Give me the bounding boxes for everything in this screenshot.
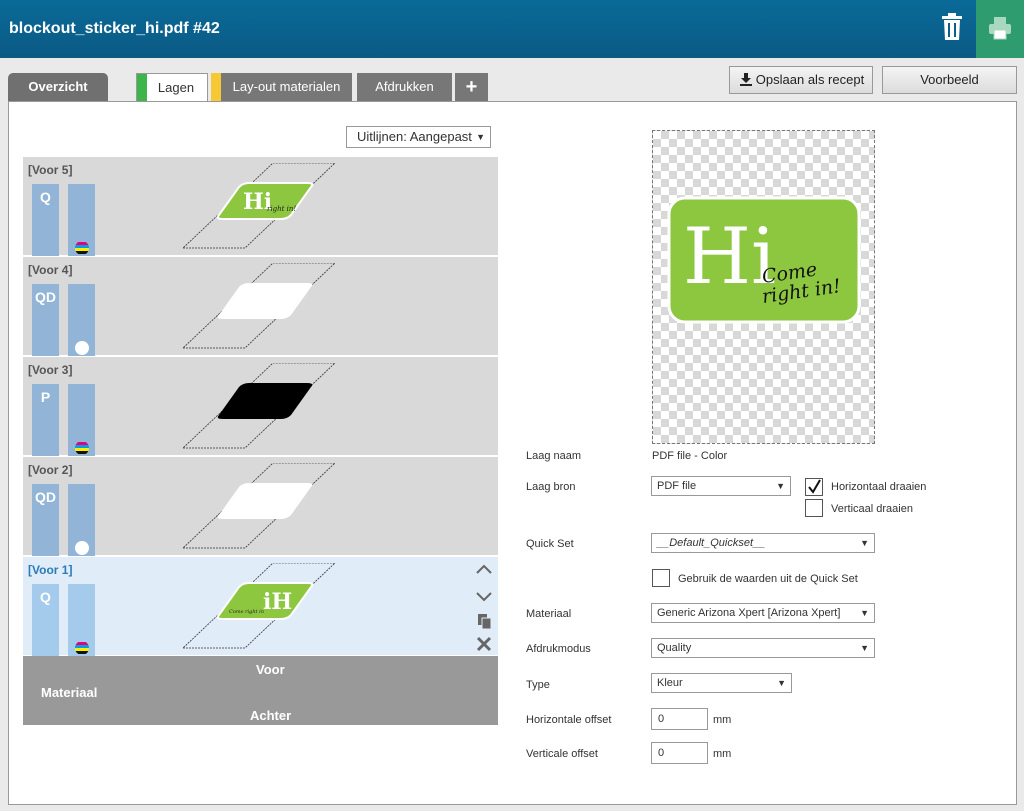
checkmark-icon [808, 479, 821, 494]
layer-row-voor-1[interactable]: [Voor 1] Q iH Come right in [23, 557, 498, 656]
material-back-label: Achter [250, 708, 292, 723]
quickset-label: Quick Set [526, 538, 574, 550]
layer-mode-badge: Q [32, 184, 59, 256]
type-label: Type [526, 679, 550, 691]
chevron-up-icon[interactable] [476, 564, 492, 574]
align-select[interactable]: Uitlijnen: Aangepast ▼ [346, 126, 491, 148]
v-offset-input[interactable]: 0 [651, 742, 708, 764]
use-quickset-checkbox[interactable] [652, 569, 670, 587]
layer-mode-badge: QD [32, 284, 59, 356]
layer-row-voor-2[interactable]: [Voor 2] QD [23, 457, 498, 556]
material-section: Voor Materiaal Achter [23, 656, 498, 725]
layer-preview: Hi Come right in! [652, 130, 875, 444]
h-offset-input[interactable]: 0 [651, 708, 708, 730]
print-mode-label: Afdrukmodus [526, 643, 591, 655]
quickset-select[interactable]: __Default_Quickset__ ▼ [651, 533, 875, 553]
layer-row-voor-3[interactable]: [Voor 3] P [23, 357, 498, 456]
quickset-value: __Default_Quickset__ [657, 537, 766, 549]
material-front-label: Voor [256, 662, 285, 677]
material-select[interactable]: Generic Arizona Xpert [Arizona Xpert] ▼ [651, 603, 875, 623]
chevron-down-icon[interactable] [476, 592, 492, 602]
material-field-label: Materiaal [526, 608, 572, 620]
add-tab-button[interactable]: + [455, 73, 488, 101]
layer-mode-badge: QD [32, 484, 59, 556]
h-offset-label: Horizontale offset [526, 714, 612, 726]
layer-thumbnail [183, 263, 336, 349]
material-value: Generic Arizona Xpert [Arizona Xpert] [657, 607, 841, 619]
svg-text:Come right in: Come right in [229, 609, 264, 615]
copy-icon[interactable] [478, 614, 492, 630]
use-quickset-label: Gebruik de waarden uit de Quick Set [678, 573, 858, 585]
close-icon[interactable] [476, 636, 492, 652]
v-offset-label: Verticale offset [526, 748, 598, 760]
save-recipe-label: Opslaan als recept [755, 72, 865, 87]
download-icon [740, 73, 752, 86]
white-ink-icon [75, 341, 89, 355]
chevron-down-icon: ▼ [860, 643, 869, 653]
align-select-value: Uitlijnen: Aangepast [357, 129, 472, 144]
layer-mode-badge: Q [32, 584, 59, 656]
chevron-down-icon: ▼ [476, 132, 485, 142]
tab-color-bar [137, 74, 147, 103]
print-mode-value: Quality [657, 642, 692, 654]
layer-source-value: PDF file [657, 480, 697, 492]
layer-row-voor-4[interactable]: [Voor 4] QD [23, 257, 498, 356]
save-recipe-button[interactable]: Opslaan als recept [729, 66, 873, 94]
tab-lagen[interactable]: Lagen [136, 73, 208, 103]
white-ink-icon [75, 541, 89, 555]
layer-thumbnail: iH Come right in [183, 563, 336, 649]
document-title: blockout_sticker_hi.pdf #42 [9, 20, 220, 37]
chevron-down-icon: ▼ [860, 538, 869, 548]
print-mode-select[interactable]: Quality ▼ [651, 638, 875, 658]
flip-vertical-checkbox[interactable] [805, 499, 823, 517]
print-button[interactable] [976, 0, 1024, 58]
tab-overzicht[interactable]: Overzicht [8, 73, 108, 101]
tab-color-bar [211, 73, 221, 101]
layer-tools [475, 561, 493, 664]
h-offset-unit: mm [713, 714, 732, 726]
layer-source-label: Laag bron [526, 481, 576, 493]
layer-name: [Voor 3] [28, 363, 73, 377]
material-label: Materiaal [41, 685, 98, 700]
tab-layout-materialen[interactable]: Lay-out materialen [211, 73, 352, 101]
chevron-down-icon: ▼ [776, 481, 785, 491]
layer-mode-badge: P [32, 384, 59, 456]
type-select[interactable]: Kleur ▼ [651, 673, 792, 693]
layer-name: [Voor 2] [28, 463, 73, 477]
chevron-down-icon: ▼ [860, 608, 869, 618]
layer-thumbnail: Hi right in! [183, 163, 336, 249]
layer-name: [Voor 1] [28, 563, 73, 577]
v-offset-unit: mm [713, 748, 732, 760]
app-header: blockout_sticker_hi.pdf #42 [0, 0, 1024, 58]
trash-icon[interactable] [940, 12, 964, 42]
cmyk-icon [75, 442, 89, 454]
cmyk-icon [75, 242, 89, 254]
flip-vertical-label: Verticaal draaien [831, 503, 913, 515]
layer-name: [Voor 4] [28, 263, 73, 277]
printer-icon [989, 17, 1011, 40]
svg-text:right in!: right in! [267, 205, 296, 213]
tab-label: Lagen [157, 80, 195, 95]
flip-horizontal-checkbox[interactable] [805, 478, 823, 496]
flip-horizontal-label: Horizontaal draaien [831, 481, 927, 493]
layer-row-voor-5[interactable]: [Voor 5] Q Hi right in! [23, 157, 498, 256]
layer-name-label: Laag naam [526, 450, 582, 462]
type-value: Kleur [657, 677, 683, 689]
tab-afdrukken[interactable]: Afdrukken [357, 73, 452, 101]
cmyk-icon [75, 642, 89, 654]
layer-name: [Voor 5] [28, 163, 73, 177]
layer-thumbnail [183, 363, 336, 449]
layer-source-select[interactable]: PDF file ▼ [651, 476, 791, 496]
tab-label: Lay-out materialen [232, 79, 341, 94]
svg-text:iH: iH [263, 589, 292, 615]
chevron-down-icon: ▼ [777, 678, 786, 688]
layer-thumbnail [183, 463, 336, 549]
preview-button[interactable]: Voorbeeld [882, 66, 1017, 94]
layer-name-value: PDF file - Color [652, 450, 728, 462]
